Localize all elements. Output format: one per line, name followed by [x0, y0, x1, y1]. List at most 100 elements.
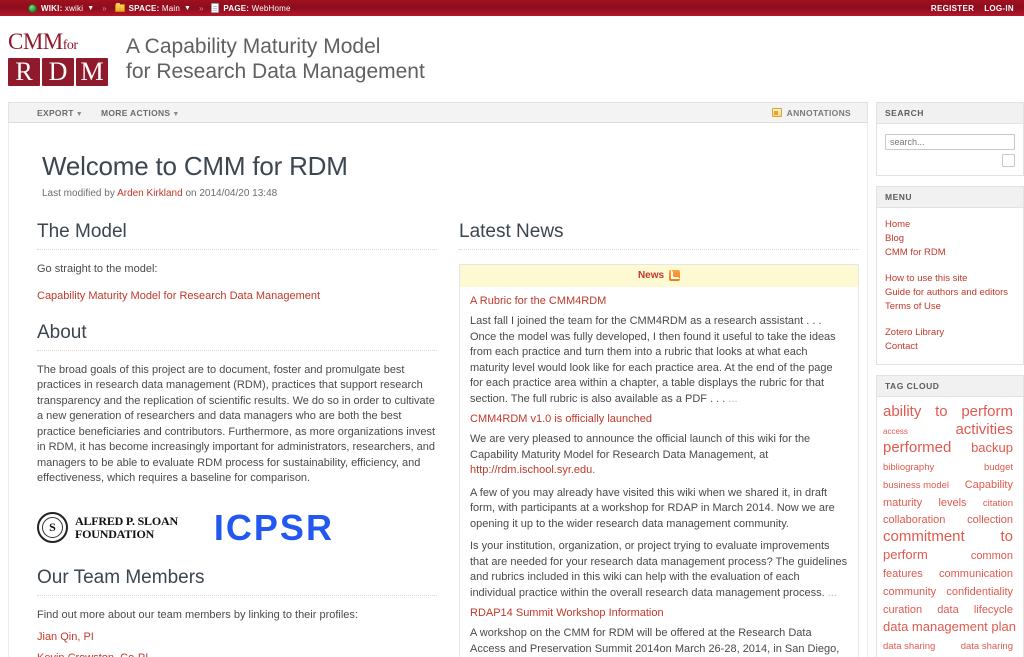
login-link[interactable]: LOG-IN: [984, 4, 1014, 13]
tag-cloud-item[interactable]: to: [935, 403, 948, 421]
news-item-title[interactable]: A Rubric for the CMM4RDM: [470, 295, 848, 307]
tag-cloud-item[interactable]: curation: [883, 604, 922, 616]
news-inline-link[interactable]: http://rdm.ischool.syr.edu.: [470, 464, 595, 476]
chevron-down-icon-space[interactable]: ▼: [184, 5, 191, 12]
search-scope-checkbox[interactable]: [1002, 154, 1015, 167]
tag-cloud-item[interactable]: to: [1000, 529, 1013, 546]
tag-cloud-item[interactable]: Capability: [965, 479, 1013, 491]
latest-news-heading: Latest News: [459, 221, 859, 250]
menu-item-blog[interactable]: Blog: [885, 232, 1015, 246]
breadcrumb-separator-2: »: [198, 3, 204, 13]
team-member-link[interactable]: Jian Qin, PI: [37, 631, 437, 643]
annotation-icon: [771, 108, 782, 117]
menu-panel-title: MENU: [877, 187, 1023, 208]
tag-cloud-item[interactable]: confidentiality: [946, 586, 1013, 598]
breadcrumb-separator-1: »: [102, 3, 107, 13]
export-menu[interactable]: EXPORT ▼: [37, 108, 83, 118]
menu-item-cmm-for-rdm[interactable]: CMM for RDM: [885, 246, 1015, 260]
sloan-wordmark: ALFRED P. SLOAN FOUNDATION: [75, 514, 178, 541]
icpsr-logo: ICPSR: [213, 506, 334, 548]
tag-cloud-item[interactable]: lifecycle: [974, 604, 1013, 616]
tag-cloud-item[interactable]: data sharing: [961, 641, 1013, 653]
tag-cloud-item[interactable]: data: [937, 604, 958, 616]
tag-cloud-item[interactable]: collaboration: [883, 514, 945, 526]
register-link[interactable]: REGISTER: [931, 4, 974, 13]
left-column: The Model Go straight to the model: Capa…: [37, 221, 437, 657]
more-actions-menu[interactable]: MORE ACTIONS ▼: [101, 108, 180, 118]
tag-cloud-item[interactable]: levels: [938, 497, 966, 509]
menu-item-terms-of-use[interactable]: Terms of Use: [885, 300, 1015, 314]
news-item-more[interactable]: ...: [728, 393, 737, 405]
last-modified: Last modified by Arden Kirkland on 2014/…: [42, 188, 849, 199]
news-item-title[interactable]: RDAP14 Summit Workshop Information: [470, 607, 848, 619]
news-item-paragraph: Is your institution, organization, or pr…: [470, 540, 848, 599]
chevron-down-icon-export: ▼: [75, 110, 83, 118]
team-heading: Our Team Members: [37, 567, 437, 596]
main-content: Welcome to CMM for RDM Last modified by …: [8, 123, 868, 657]
logo-letter-d: D: [42, 58, 74, 86]
site-logo[interactable]: CMMfor R D M: [8, 30, 110, 86]
tag-cloud-item[interactable]: communication: [939, 568, 1013, 580]
breadcrumb-wiki-label: WIKI: xwiki: [41, 3, 84, 13]
globe-icon: [28, 3, 37, 13]
tag-cloud-item[interactable]: common: [971, 550, 1013, 562]
tag-cloud-item[interactable]: commitment: [883, 529, 965, 546]
breadcrumb-item-page[interactable]: PAGE: WebHome: [211, 3, 290, 13]
search-panel-title: SEARCH: [877, 103, 1023, 124]
sloan-foundation-logo: S ALFRED P. SLOAN FOUNDATION: [37, 512, 178, 543]
menu-divider-1: [885, 260, 1015, 272]
tag-cloud-item[interactable]: perform: [883, 548, 928, 563]
last-modified-on: on: [185, 188, 197, 199]
tag-cloud-item[interactable]: business model: [883, 480, 949, 492]
tag-cloud-item[interactable]: bibliography: [883, 462, 934, 474]
menu-divider-2: [885, 314, 1015, 326]
news-panel-title: News: [637, 270, 665, 281]
rss-icon[interactable]: [669, 270, 681, 281]
news-item-paragraph: We are very pleased to announce the offi…: [470, 433, 811, 476]
menu-panel: MENU Home Blog CMM for RDM How to use th…: [876, 186, 1024, 365]
tag-cloud-item[interactable]: activities: [955, 421, 1013, 439]
tag-cloud-panel-title: TAG CLOUD: [877, 376, 1023, 397]
tag-cloud-item[interactable]: collection: [967, 514, 1013, 526]
search-input[interactable]: [885, 134, 1015, 150]
model-link[interactable]: Capability Maturity Model for Research D…: [37, 290, 320, 302]
tag-cloud-item[interactable]: maturity: [883, 497, 922, 509]
annotations-button[interactable]: ANNOTATIONS: [771, 107, 859, 118]
page-icon: [211, 3, 220, 13]
tag-cloud-item[interactable]: data management plan: [883, 619, 1016, 635]
tag-cloud-item[interactable]: features: [883, 568, 923, 580]
news-item-paragraph: A workshop on the CMM for RDM will be of…: [470, 627, 840, 655]
tag-cloud-item[interactable]: ability: [883, 403, 921, 421]
tag-cloud-item[interactable]: data sharing: [883, 641, 935, 653]
news-item-title[interactable]: CMM4RDM v1.0 is officially launched: [470, 413, 848, 425]
sloan-seal-letter: S: [49, 520, 56, 534]
breadcrumb-item-space[interactable]: SPACE: Main ▼: [114, 3, 191, 13]
breadcrumb-item-wiki[interactable]: WIKI: xwiki ▼: [28, 3, 94, 13]
last-modified-author-link[interactable]: Arden Kirkland: [117, 188, 183, 199]
breadcrumb-bar: WIKI: xwiki ▼ » SPACE: Main ▼ » PAGE: We…: [0, 0, 1024, 16]
news-panel-body: A Rubric for the CMM4RDM Last fall I joi…: [460, 287, 858, 657]
menu-item-how-to-use[interactable]: How to use this site: [885, 272, 1015, 286]
news-item-more[interactable]: ...: [828, 587, 837, 599]
breadcrumb-page-label: PAGE: WebHome: [223, 3, 291, 13]
tag-cloud-item[interactable]: budget: [984, 462, 1013, 474]
tag-cloud-item[interactable]: access: [883, 427, 908, 437]
tag-cloud-item[interactable]: performed: [883, 439, 951, 457]
logo-rdm-blocks: R D M: [8, 58, 110, 86]
menu-item-contact[interactable]: Contact: [885, 340, 1015, 354]
account-actions: REGISTER LOG-IN: [931, 4, 1014, 13]
annotations-label: ANNOTATIONS: [786, 107, 851, 118]
chevron-down-icon-wiki[interactable]: ▼: [87, 5, 94, 12]
team-member-link[interactable]: Kevin Crowston, Co-PI: [37, 652, 437, 657]
tag-cloud-item[interactable]: citation: [983, 498, 1013, 510]
right-column: Latest News News A Rubric for the CMM4RD…: [459, 221, 859, 657]
tag-cloud-item[interactable]: perform: [961, 403, 1013, 421]
tag-cloud-item[interactable]: community: [883, 586, 936, 598]
menu-item-guide-authors[interactable]: Guide for authors and editors: [885, 286, 1015, 300]
breadcrumb: WIKI: xwiki ▼ » SPACE: Main ▼ » PAGE: We…: [28, 3, 931, 13]
menu-item-zotero-library[interactable]: Zotero Library: [885, 326, 1015, 340]
about-heading: About: [37, 322, 437, 351]
logo-letter-m: M: [76, 58, 108, 86]
tag-cloud-item[interactable]: backup: [971, 440, 1013, 456]
menu-item-home[interactable]: Home: [885, 218, 1015, 232]
